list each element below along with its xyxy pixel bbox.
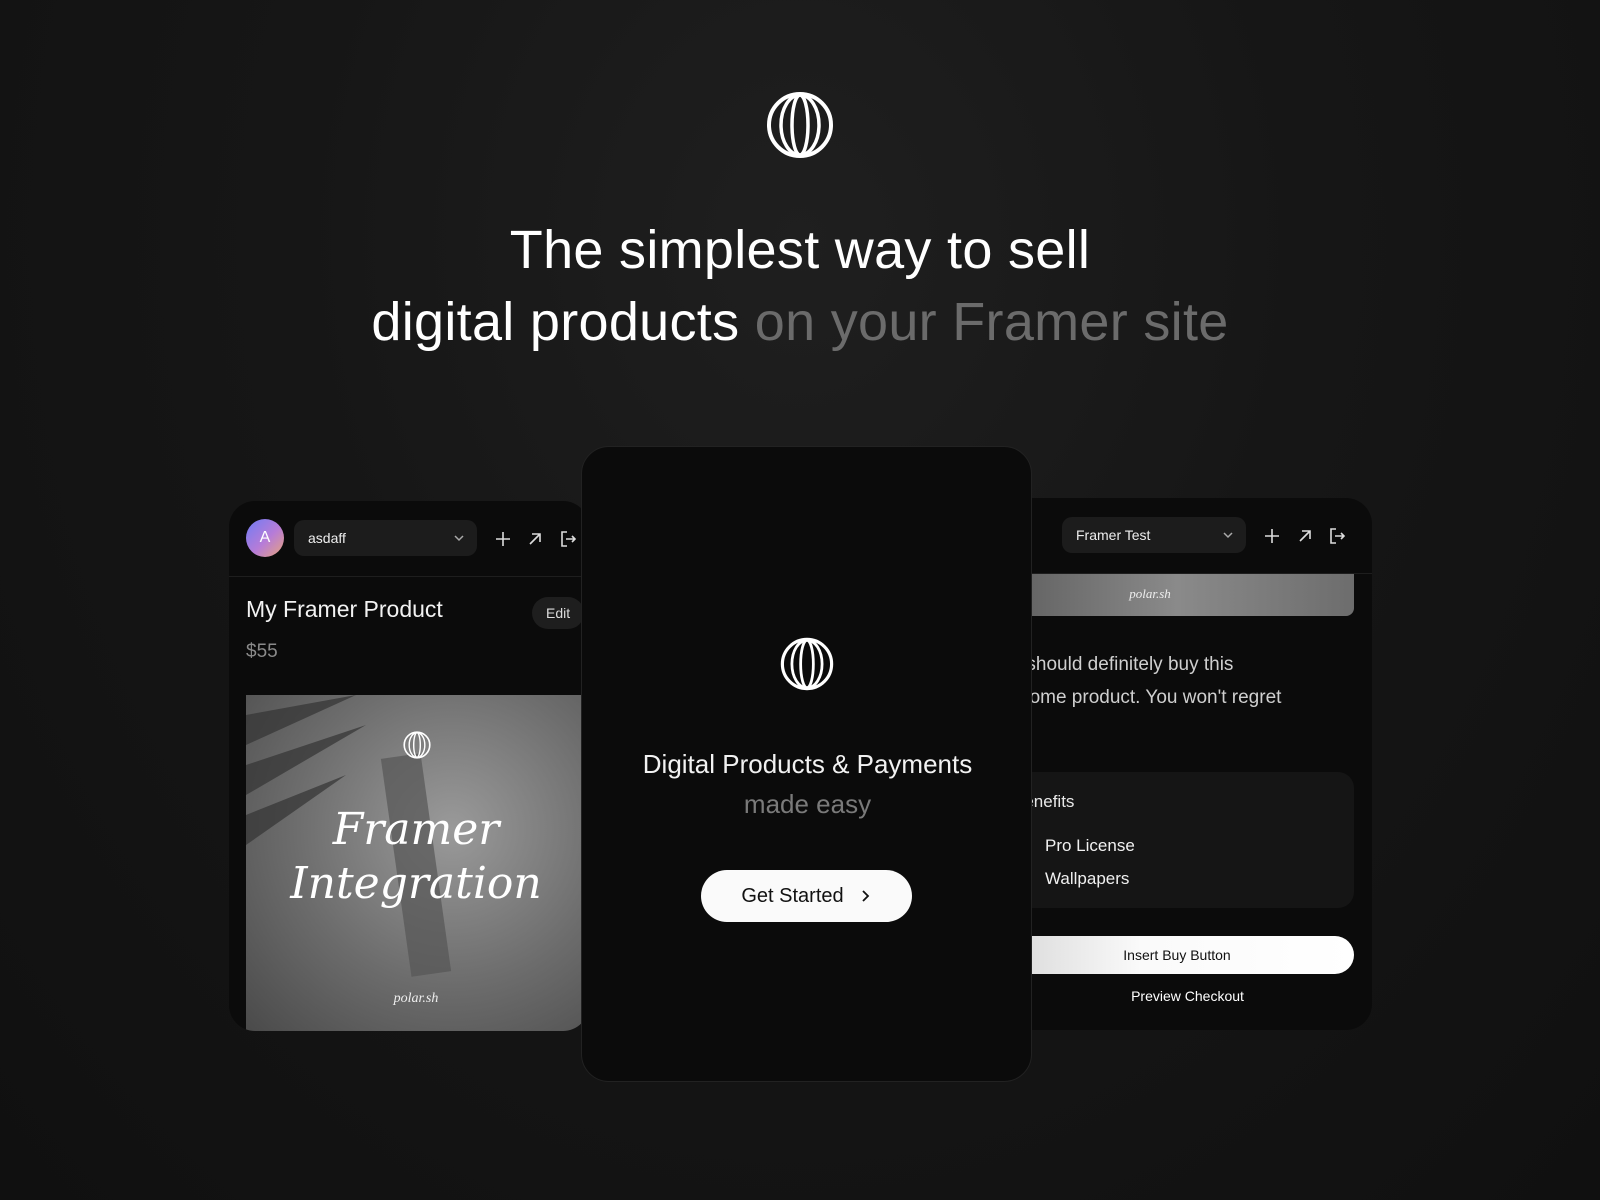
product-cover-image: Framer Integration polar.sh: [246, 695, 589, 1031]
description-line-1: ou should definitely buy this: [1000, 654, 1234, 675]
get-started-label: Get Started: [741, 884, 844, 907]
headline-line-2: digital products on your Framer site: [0, 286, 1600, 358]
org-select[interactable]: Framer Test: [1062, 517, 1246, 553]
cover-brand: polar.sh: [393, 991, 439, 1006]
cover-title-line-1: Framer: [332, 804, 500, 855]
chevron-right-icon: [862, 890, 869, 902]
logout-icon[interactable]: [1328, 527, 1346, 545]
polar-logo-icon: [767, 92, 833, 158]
onboarding-subtitle: made easy: [743, 789, 872, 819]
chevron-down-icon: [454, 535, 464, 542]
description-line-2: vesome product. You won't regret: [1000, 687, 1282, 708]
product-price: $55: [246, 641, 278, 662]
center-onboarding-panel: Digital Products & Payments made easy Ge…: [581, 446, 1032, 1082]
polar-logo-icon: [403, 731, 431, 759]
cover-title-line-2: Integration: [290, 858, 542, 909]
left-plugin-panel: A asdaff My Framer Product Edit $55 Fram…: [229, 501, 589, 1031]
headline-muted: on your Framer site: [754, 292, 1229, 352]
left-toolbar: A asdaff: [229, 501, 589, 577]
plus-icon[interactable]: [1263, 527, 1281, 545]
product-title: My Framer Product: [246, 596, 443, 622]
benefit-label: Pro License: [1045, 836, 1135, 855]
benefit-label: Wallpapers: [1045, 869, 1130, 888]
external-link-icon[interactable]: [1296, 527, 1314, 545]
polar-logo-icon: [780, 637, 834, 691]
get-started-button[interactable]: Get Started: [701, 870, 912, 922]
right-plugin-panel: F Framer Test polar.sh ou should definit…: [1000, 498, 1372, 1030]
org-select[interactable]: asdaff: [294, 520, 477, 556]
org-select-value: Framer Test: [1076, 527, 1151, 543]
hero-headline: The simplest way to sell digital product…: [0, 214, 1600, 358]
external-link-icon[interactable]: [526, 530, 544, 548]
insert-buy-button[interactable]: Insert Buy Button: [1000, 936, 1354, 974]
chevron-down-icon: [1223, 532, 1233, 539]
logout-icon[interactable]: [559, 530, 577, 548]
benefits-card: Benefits Pro License Wallpapers: [1000, 772, 1354, 908]
product-cover-strip: polar.sh: [1000, 574, 1354, 616]
headline-line-1: The simplest way to sell: [509, 220, 1091, 280]
headline-strong: digital products: [371, 292, 740, 352]
avatar[interactable]: A: [246, 519, 284, 557]
plus-icon[interactable]: [494, 530, 512, 548]
product-description: ou should definitely buy this vesome pro…: [1000, 648, 1350, 714]
edit-button[interactable]: Edit: [532, 597, 585, 629]
cover-brand: polar.sh: [1129, 586, 1171, 601]
org-select-value: asdaff: [308, 530, 346, 546]
right-toolbar: F Framer Test: [1000, 498, 1372, 574]
onboarding-title: Digital Products & Payments: [642, 749, 973, 779]
preview-checkout-link[interactable]: Preview Checkout: [1000, 988, 1372, 1004]
cover-title: Framer Integration: [246, 803, 586, 911]
